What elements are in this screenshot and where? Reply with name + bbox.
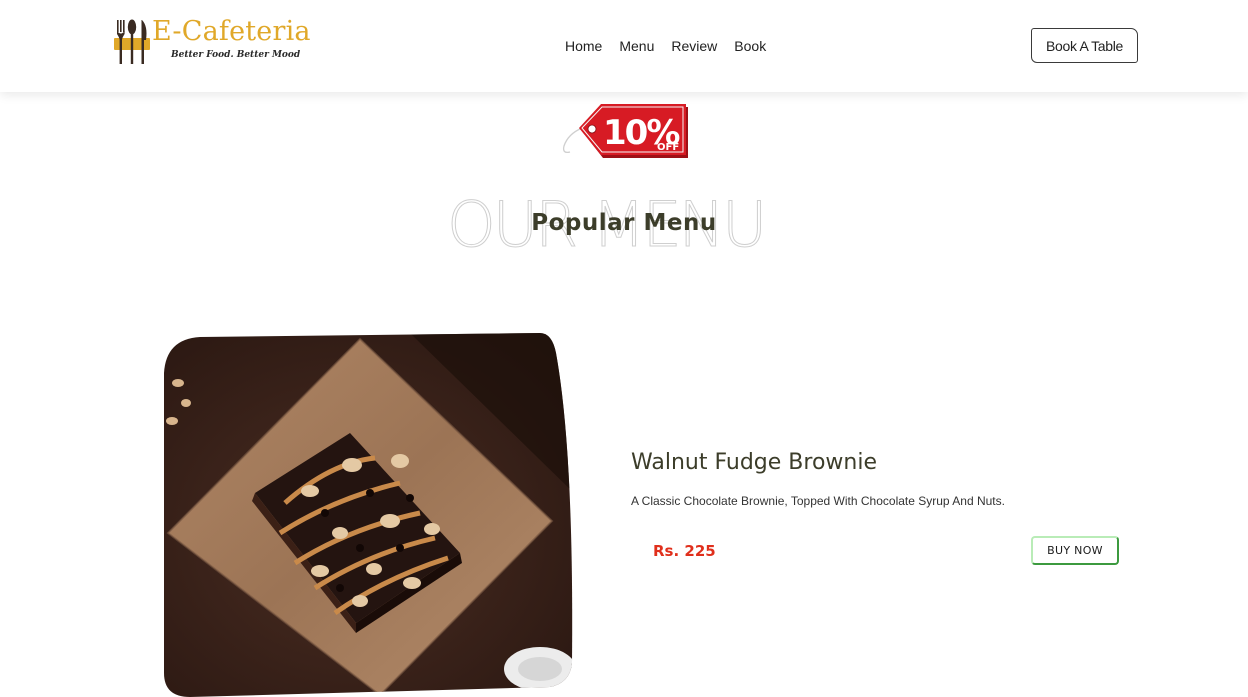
promo-off-label: OFF xyxy=(657,142,679,153)
nav-menu[interactable]: Menu xyxy=(619,37,654,55)
main-nav: Home Menu Review Book xyxy=(565,37,783,55)
logo-tagline: Better Food. Better Mood xyxy=(171,50,301,60)
cutlery-icon xyxy=(114,19,150,64)
logo[interactable]: E-Cafeteria Better Food. Better Mood xyxy=(112,16,311,68)
section-title: Popular Menu xyxy=(531,210,717,236)
logo-name: E-Cafeteria xyxy=(152,16,311,47)
nav-home[interactable]: Home xyxy=(565,37,602,55)
nav-book[interactable]: Book xyxy=(734,37,766,55)
product-image xyxy=(164,333,573,697)
product-price: Rs. 225 xyxy=(653,542,716,560)
site-header: E-Cafeteria Better Food. Better Mood Hom… xyxy=(0,0,1248,92)
book-table-button[interactable]: Book A Table xyxy=(1031,28,1138,63)
nav-review[interactable]: Review xyxy=(671,37,717,55)
product-description: A Classic Chocolate Brownie, Topped With… xyxy=(631,494,1005,508)
buy-now-button[interactable]: BUY NOW xyxy=(1031,536,1119,565)
product-name: Walnut Fudge Brownie xyxy=(631,450,877,475)
price-tag-icon[interactable]: 10% OFF xyxy=(560,100,690,160)
